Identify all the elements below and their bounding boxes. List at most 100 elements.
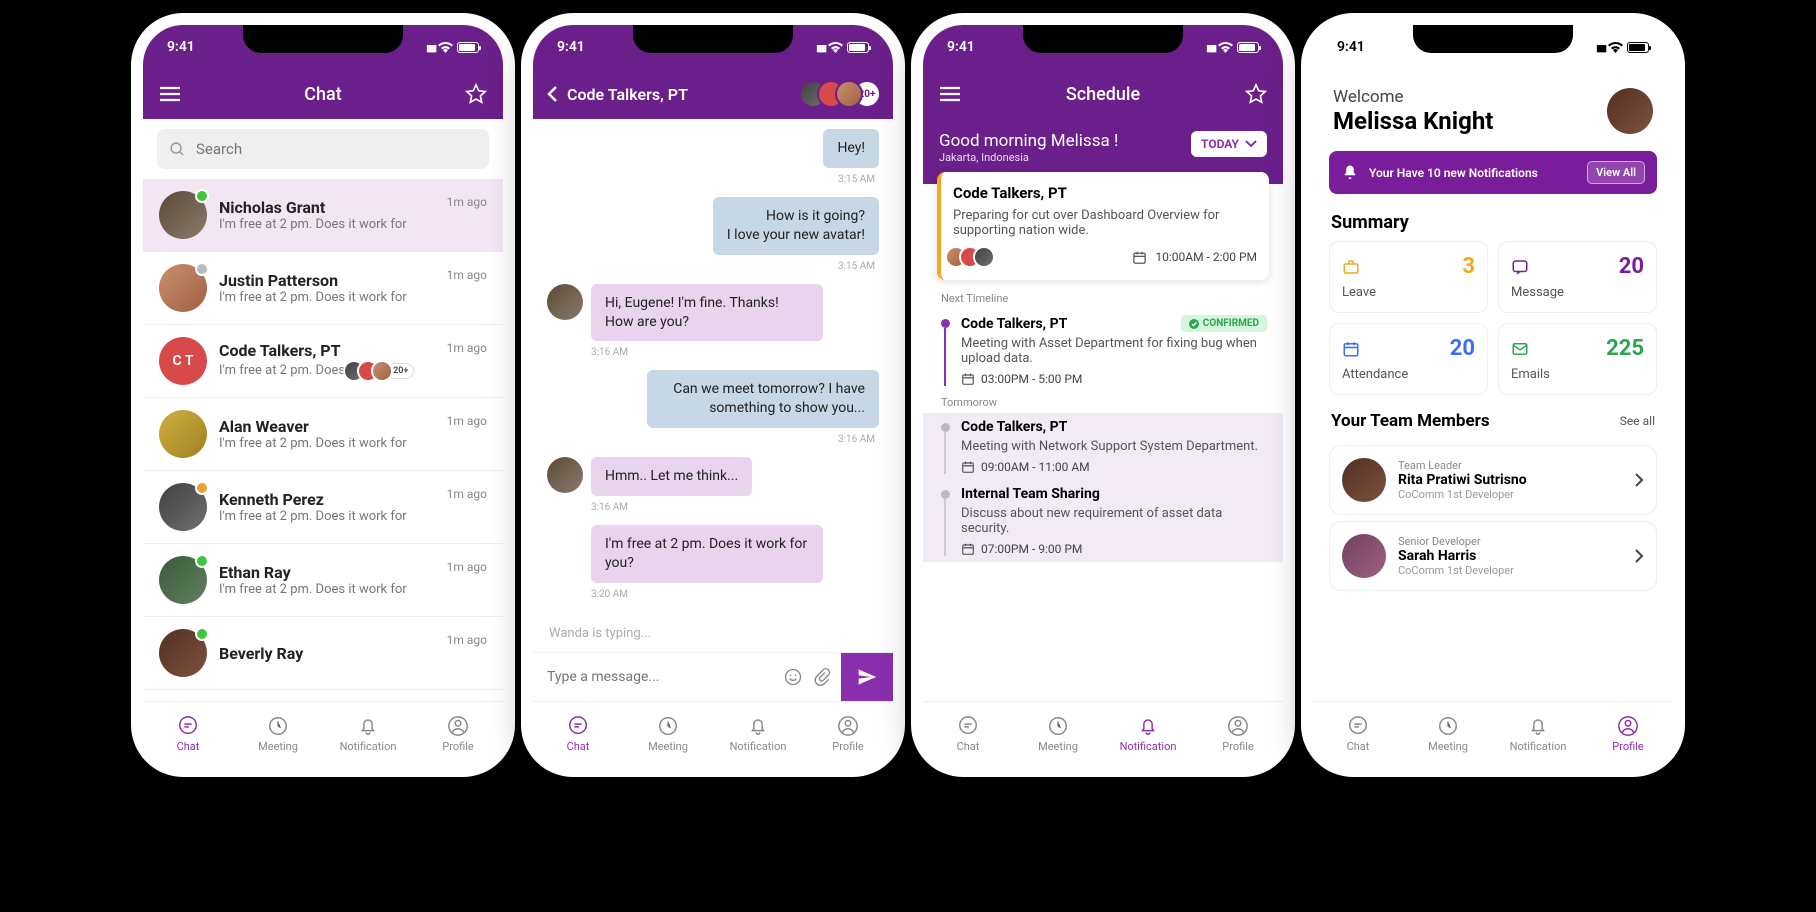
chat-item[interactable]: Ethan RayI'm free at 2 pm. Does it work …: [143, 544, 503, 617]
search-bar[interactable]: [157, 129, 489, 169]
notification-banner[interactable]: Your Have 10 new Notifications View All: [1329, 151, 1657, 194]
greeting-location: Jakarta, Indonesia: [939, 151, 1118, 164]
chat-preview: I'm free at 2 pm. Does it work for: [219, 582, 407, 597]
today-button[interactable]: TODAY: [1191, 131, 1267, 157]
chat-icon: [177, 715, 199, 737]
featured-event-card[interactable]: Code Talkers, PT Preparing for cut over …: [937, 172, 1269, 280]
bottom-tabs: Chat Meeting Notification Profile: [923, 701, 1283, 765]
timeline-time: 07:00PM - 9:00 PM: [961, 542, 1267, 556]
chat-time: 1m ago: [447, 414, 487, 428]
tab-meeting[interactable]: Meeting: [1013, 702, 1103, 765]
stat-label: Emails: [1511, 367, 1644, 382]
see-all-link[interactable]: See all: [1620, 414, 1655, 428]
battery-icon: [1627, 42, 1649, 53]
back-button[interactable]: [545, 85, 559, 103]
clock-icon: [657, 715, 679, 737]
stat-card[interactable]: 20Message: [1498, 241, 1657, 313]
tab-notification[interactable]: Notification: [713, 702, 803, 765]
greeting-text: Good morning Melissa !: [939, 131, 1118, 151]
chat-preview: I'm free at 2 pm. Does it work for: [219, 290, 407, 305]
chat-name: Ethan Ray: [219, 563, 435, 582]
timeline-dot: [941, 490, 950, 499]
message-row: How is it going?I love your new avatar!: [547, 197, 879, 255]
timeline-item[interactable]: Internal Team Sharing Discuss about new …: [923, 480, 1283, 562]
notch: [243, 25, 403, 53]
star-icon: [465, 83, 487, 105]
typing-indicator: Wanda is typing...: [533, 622, 893, 651]
menu-button[interactable]: [939, 86, 979, 102]
wifi-icon: [1218, 42, 1233, 53]
emoji-icon[interactable]: [783, 667, 803, 687]
favorite-button[interactable]: [1227, 83, 1267, 105]
status-dot: [195, 189, 209, 203]
tab-meeting[interactable]: Meeting: [233, 702, 323, 765]
group-avatars: 20+: [351, 360, 414, 382]
favorite-button[interactable]: [447, 83, 487, 105]
member-avatars[interactable]: 20+: [809, 80, 881, 108]
tab-notification[interactable]: Notification: [323, 702, 413, 765]
menu-button[interactable]: [159, 86, 199, 102]
message-bubble: I'm free at 2 pm. Does it work for you?: [591, 525, 823, 583]
team-member-card[interactable]: Senior DeveloperSarah HarrisCoComm 1st D…: [1329, 521, 1657, 591]
chat-item[interactable]: Nicholas GrantI'm free at 2 pm. Does it …: [143, 179, 503, 252]
user-avatar[interactable]: [1607, 88, 1653, 134]
stat-card[interactable]: 20Attendance: [1329, 323, 1488, 395]
timeline-title: Code Talkers, PT: [961, 419, 1067, 435]
tab-chat[interactable]: Chat: [533, 702, 623, 765]
send-icon: [857, 667, 877, 687]
calendar-icon: [961, 372, 975, 386]
mail-icon: [1511, 340, 1529, 358]
calendar-icon: [1342, 340, 1360, 358]
timeline-item[interactable]: Code Talkers, PTCONFIRMED Meeting with A…: [923, 309, 1283, 392]
wifi-icon: [1608, 42, 1623, 53]
message-time: 3:15 AM: [551, 174, 875, 185]
chevron-right-icon: [1634, 548, 1644, 564]
send-button[interactable]: [841, 653, 893, 701]
chat-time: 1m ago: [447, 341, 487, 355]
screen-title: Schedule: [979, 84, 1227, 105]
timeline-item[interactable]: Code Talkers, PT Meeting with Network Su…: [923, 413, 1283, 480]
team-member-card[interactable]: Team LeaderRita Pratiwi SutrisnoCoComm 1…: [1329, 445, 1657, 515]
chat-item[interactable]: Beverly Ray 1m ago: [143, 617, 503, 690]
chat-item[interactable]: Justin PattersonI'm free at 2 pm. Does i…: [143, 252, 503, 325]
tab-profile[interactable]: Profile: [1583, 702, 1673, 765]
chat-item[interactable]: C T Code Talkers, PTI'm free at 2 pm. Do…: [143, 325, 503, 398]
status-time: 9:41: [557, 39, 585, 55]
chat-avatar: [159, 483, 207, 531]
search-icon: [169, 141, 186, 158]
chevron-right-icon: [1634, 472, 1644, 488]
tab-chat[interactable]: Chat: [143, 702, 233, 765]
tab-profile[interactable]: Profile: [803, 702, 893, 765]
chat-icon: [1347, 715, 1369, 737]
message-time: 3:20 AM: [591, 589, 875, 600]
tab-meeting[interactable]: Meeting: [1403, 702, 1493, 765]
attach-icon[interactable]: [813, 667, 831, 687]
chat-name: Beverly Ray: [219, 644, 435, 663]
status-dot: [195, 262, 209, 276]
stat-label: Attendance: [1342, 367, 1475, 382]
user-name: Melissa Knight: [1333, 107, 1493, 135]
view-all-button[interactable]: View All: [1587, 161, 1645, 184]
tab-chat[interactable]: Chat: [1313, 702, 1403, 765]
wifi-icon: [828, 42, 843, 53]
tab-meeting[interactable]: Meeting: [623, 702, 713, 765]
message-row: I'm free at 2 pm. Does it work for you?: [547, 525, 879, 583]
chat-item[interactable]: Alan WeaverI'm free at 2 pm. Does it wor…: [143, 398, 503, 471]
tab-notification[interactable]: Notification: [1103, 702, 1193, 765]
event-time: 10:00AM - 2:00 PM: [1155, 250, 1257, 264]
message-time: 3:16 AM: [551, 434, 875, 445]
tab-notification[interactable]: Notification: [1493, 702, 1583, 765]
message-time: 3:15 AM: [551, 261, 875, 272]
message-input[interactable]: [533, 655, 773, 699]
stat-value: 3: [1462, 254, 1475, 279]
tab-profile[interactable]: Profile: [1193, 702, 1283, 765]
clock-icon: [1437, 715, 1459, 737]
event-title: Code Talkers, PT: [953, 184, 1257, 202]
tab-chat[interactable]: Chat: [923, 702, 1013, 765]
tab-profile[interactable]: Profile: [413, 702, 503, 765]
search-input[interactable]: [196, 140, 477, 158]
stat-card[interactable]: 225Emails: [1498, 323, 1657, 395]
chat-avatar: [159, 410, 207, 458]
stat-card[interactable]: 3Leave: [1329, 241, 1488, 313]
chat-item[interactable]: Kenneth PerezI'm free at 2 pm. Does it w…: [143, 471, 503, 544]
